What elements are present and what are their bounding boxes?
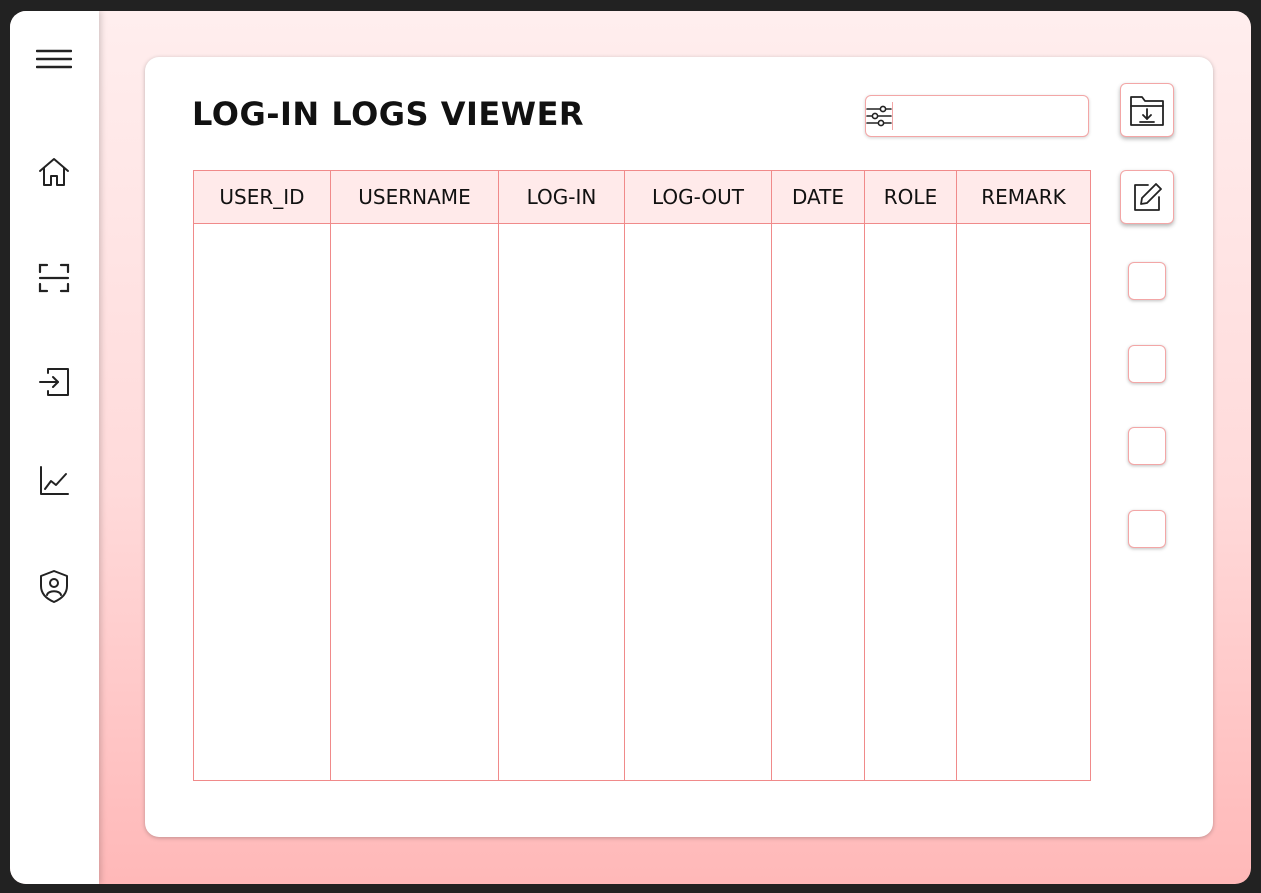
column-header-username[interactable]: USERNAME xyxy=(330,170,499,224)
search-bar xyxy=(865,95,1103,137)
column-header-user-id[interactable]: USER_ID xyxy=(193,170,331,224)
table-cell xyxy=(193,223,331,781)
table-cell xyxy=(864,223,957,781)
folder-download-icon xyxy=(1129,93,1165,127)
filter-sliders-icon[interactable] xyxy=(866,102,893,130)
column-header-remark[interactable]: REMARK xyxy=(956,170,1091,224)
tool-button-4[interactable] xyxy=(1128,510,1166,548)
tool-button-3[interactable] xyxy=(1128,427,1166,465)
edit-button[interactable] xyxy=(1120,170,1174,224)
tool-button-2[interactable] xyxy=(1128,345,1166,383)
column-header-role[interactable]: ROLE xyxy=(864,170,957,224)
column-header-log-out[interactable]: LOG-OUT xyxy=(624,170,772,224)
table-cell xyxy=(330,223,499,781)
scan-icon[interactable] xyxy=(36,260,72,296)
search-input[interactable] xyxy=(893,98,1103,134)
export-button[interactable] xyxy=(1120,83,1174,137)
menu-icon[interactable] xyxy=(36,41,72,77)
table-cell xyxy=(956,223,1091,781)
login-icon[interactable] xyxy=(36,364,72,400)
chart-icon[interactable] xyxy=(36,463,72,499)
main-card: LOG-IN LOGS VIEWER USER_ID USERNAME LOG-… xyxy=(145,57,1213,837)
app-window: LOG-IN LOGS VIEWER USER_ID USERNAME LOG-… xyxy=(10,11,1251,884)
tool-button-1[interactable] xyxy=(1128,262,1166,300)
column-header-log-in[interactable]: LOG-IN xyxy=(498,170,625,224)
edit-icon xyxy=(1130,180,1164,214)
table-body-empty xyxy=(193,223,1091,781)
home-icon[interactable] xyxy=(36,154,72,190)
table-cell xyxy=(771,223,865,781)
page-title: LOG-IN LOGS VIEWER xyxy=(192,95,585,133)
table-cell xyxy=(498,223,625,781)
user-shield-icon[interactable] xyxy=(36,568,72,604)
column-header-date[interactable]: DATE xyxy=(771,170,865,224)
table-header-row: USER_ID USERNAME LOG-IN LOG-OUT DATE ROL… xyxy=(193,170,1091,224)
sidebar xyxy=(10,11,99,884)
logs-table: USER_ID USERNAME LOG-IN LOG-OUT DATE ROL… xyxy=(193,170,1091,781)
table-cell xyxy=(624,223,772,781)
